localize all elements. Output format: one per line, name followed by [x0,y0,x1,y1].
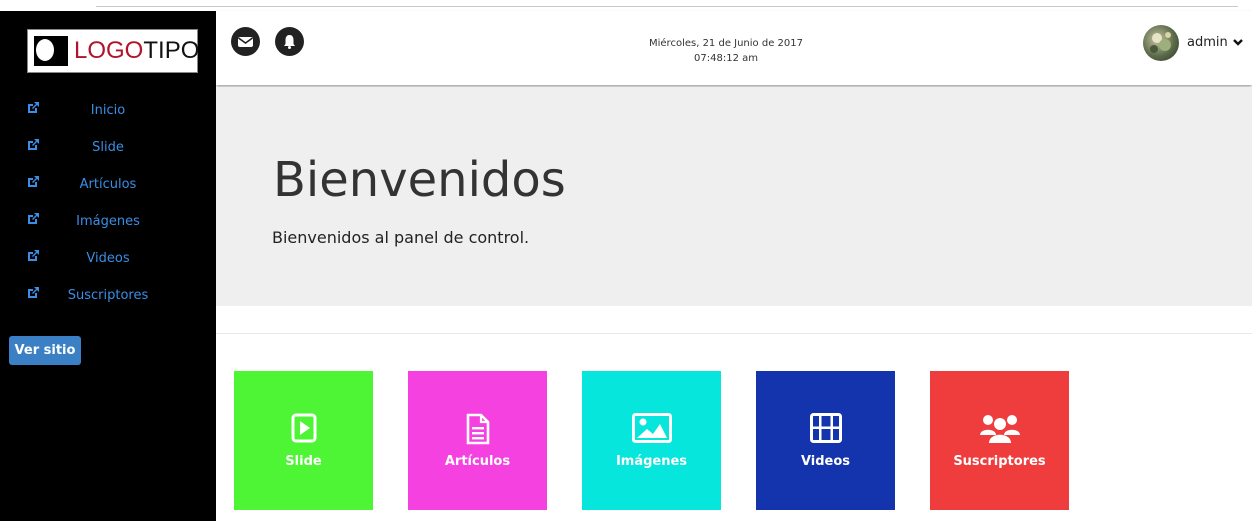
sidebar-item-label: Inicio [90,103,126,118]
sidebar-item-slide[interactable]: Slide [0,136,216,173]
tile-label: Videos [800,454,851,469]
tile-articulos[interactable]: Artículos [408,371,547,510]
sidebar-item-label: Imágenes [76,214,140,229]
welcome-hero: Bienvenidos Bienvenidos al panel de cont… [216,87,1252,306]
sidebar-item-inicio[interactable]: Inicio [0,99,216,136]
sidebar-item-label: Videos [86,251,130,266]
date-time: Miércoles, 21 de Junio de 2017 07:48:12 … [606,36,846,66]
tile-label: Slide [285,454,322,469]
current-date: Miércoles, 21 de Junio de 2017 [649,38,803,49]
users-icon [979,415,1020,443]
tile-label: Suscriptores [953,454,1046,469]
user-name[interactable]: admin [1187,35,1228,50]
page-title: Bienvenidos [273,152,566,208]
notifications-button[interactable] [275,27,304,56]
sidebar-item-articulos[interactable]: Artículos [0,173,216,210]
messages-button[interactable] [231,27,260,56]
page-subtitle: Bienvenidos al panel de control. [272,228,530,247]
logo-text: LOGOTIPO [74,37,200,64]
sidebar-item-imagenes[interactable]: Imágenes [0,210,216,247]
section-divider [216,333,1252,334]
tile-suscriptores[interactable]: Suscriptores [930,371,1069,510]
avatar-image [1150,32,1171,53]
logo[interactable]: LOGOTIPO [27,29,200,73]
sidebar: LOGOTIPO Inicio Slide Artículos Imágenes… [0,11,216,521]
avatar[interactable] [1143,25,1179,61]
sidebar-item-label: Artículos [79,177,137,192]
sidebar-item-videos[interactable]: Videos [0,247,216,284]
top-divider [96,6,1238,7]
top-bar: Miércoles, 21 de Junio de 2017 07:48:12 … [216,11,1252,85]
sidebar-item-label: Suscriptores [67,288,149,303]
envelope-icon [238,37,253,47]
tile-slide[interactable]: Slide [234,371,373,510]
sidebar-item-label: Slide [92,140,124,155]
ver-sitio-button[interactable]: Ver sitio [9,336,81,365]
tile-label: Artículos [444,454,511,469]
tile-imagenes[interactable]: Imágenes [582,371,721,510]
chevron-down-icon[interactable] [1232,36,1244,48]
image-icon [631,413,672,443]
tile-videos[interactable]: Videos [756,371,895,510]
document-icon [466,413,489,445]
tile-label: Imágenes [615,454,688,469]
logo-mark-icon [34,36,68,66]
bell-icon [284,35,295,49]
sidebar-nav: Inicio Slide Artículos Imágenes Videos S… [0,99,216,321]
sidebar-item-suscriptores[interactable]: Suscriptores [0,284,216,321]
film-icon [809,413,842,443]
play-icon [291,413,316,443]
current-time: 07:48:12 am [694,53,758,64]
